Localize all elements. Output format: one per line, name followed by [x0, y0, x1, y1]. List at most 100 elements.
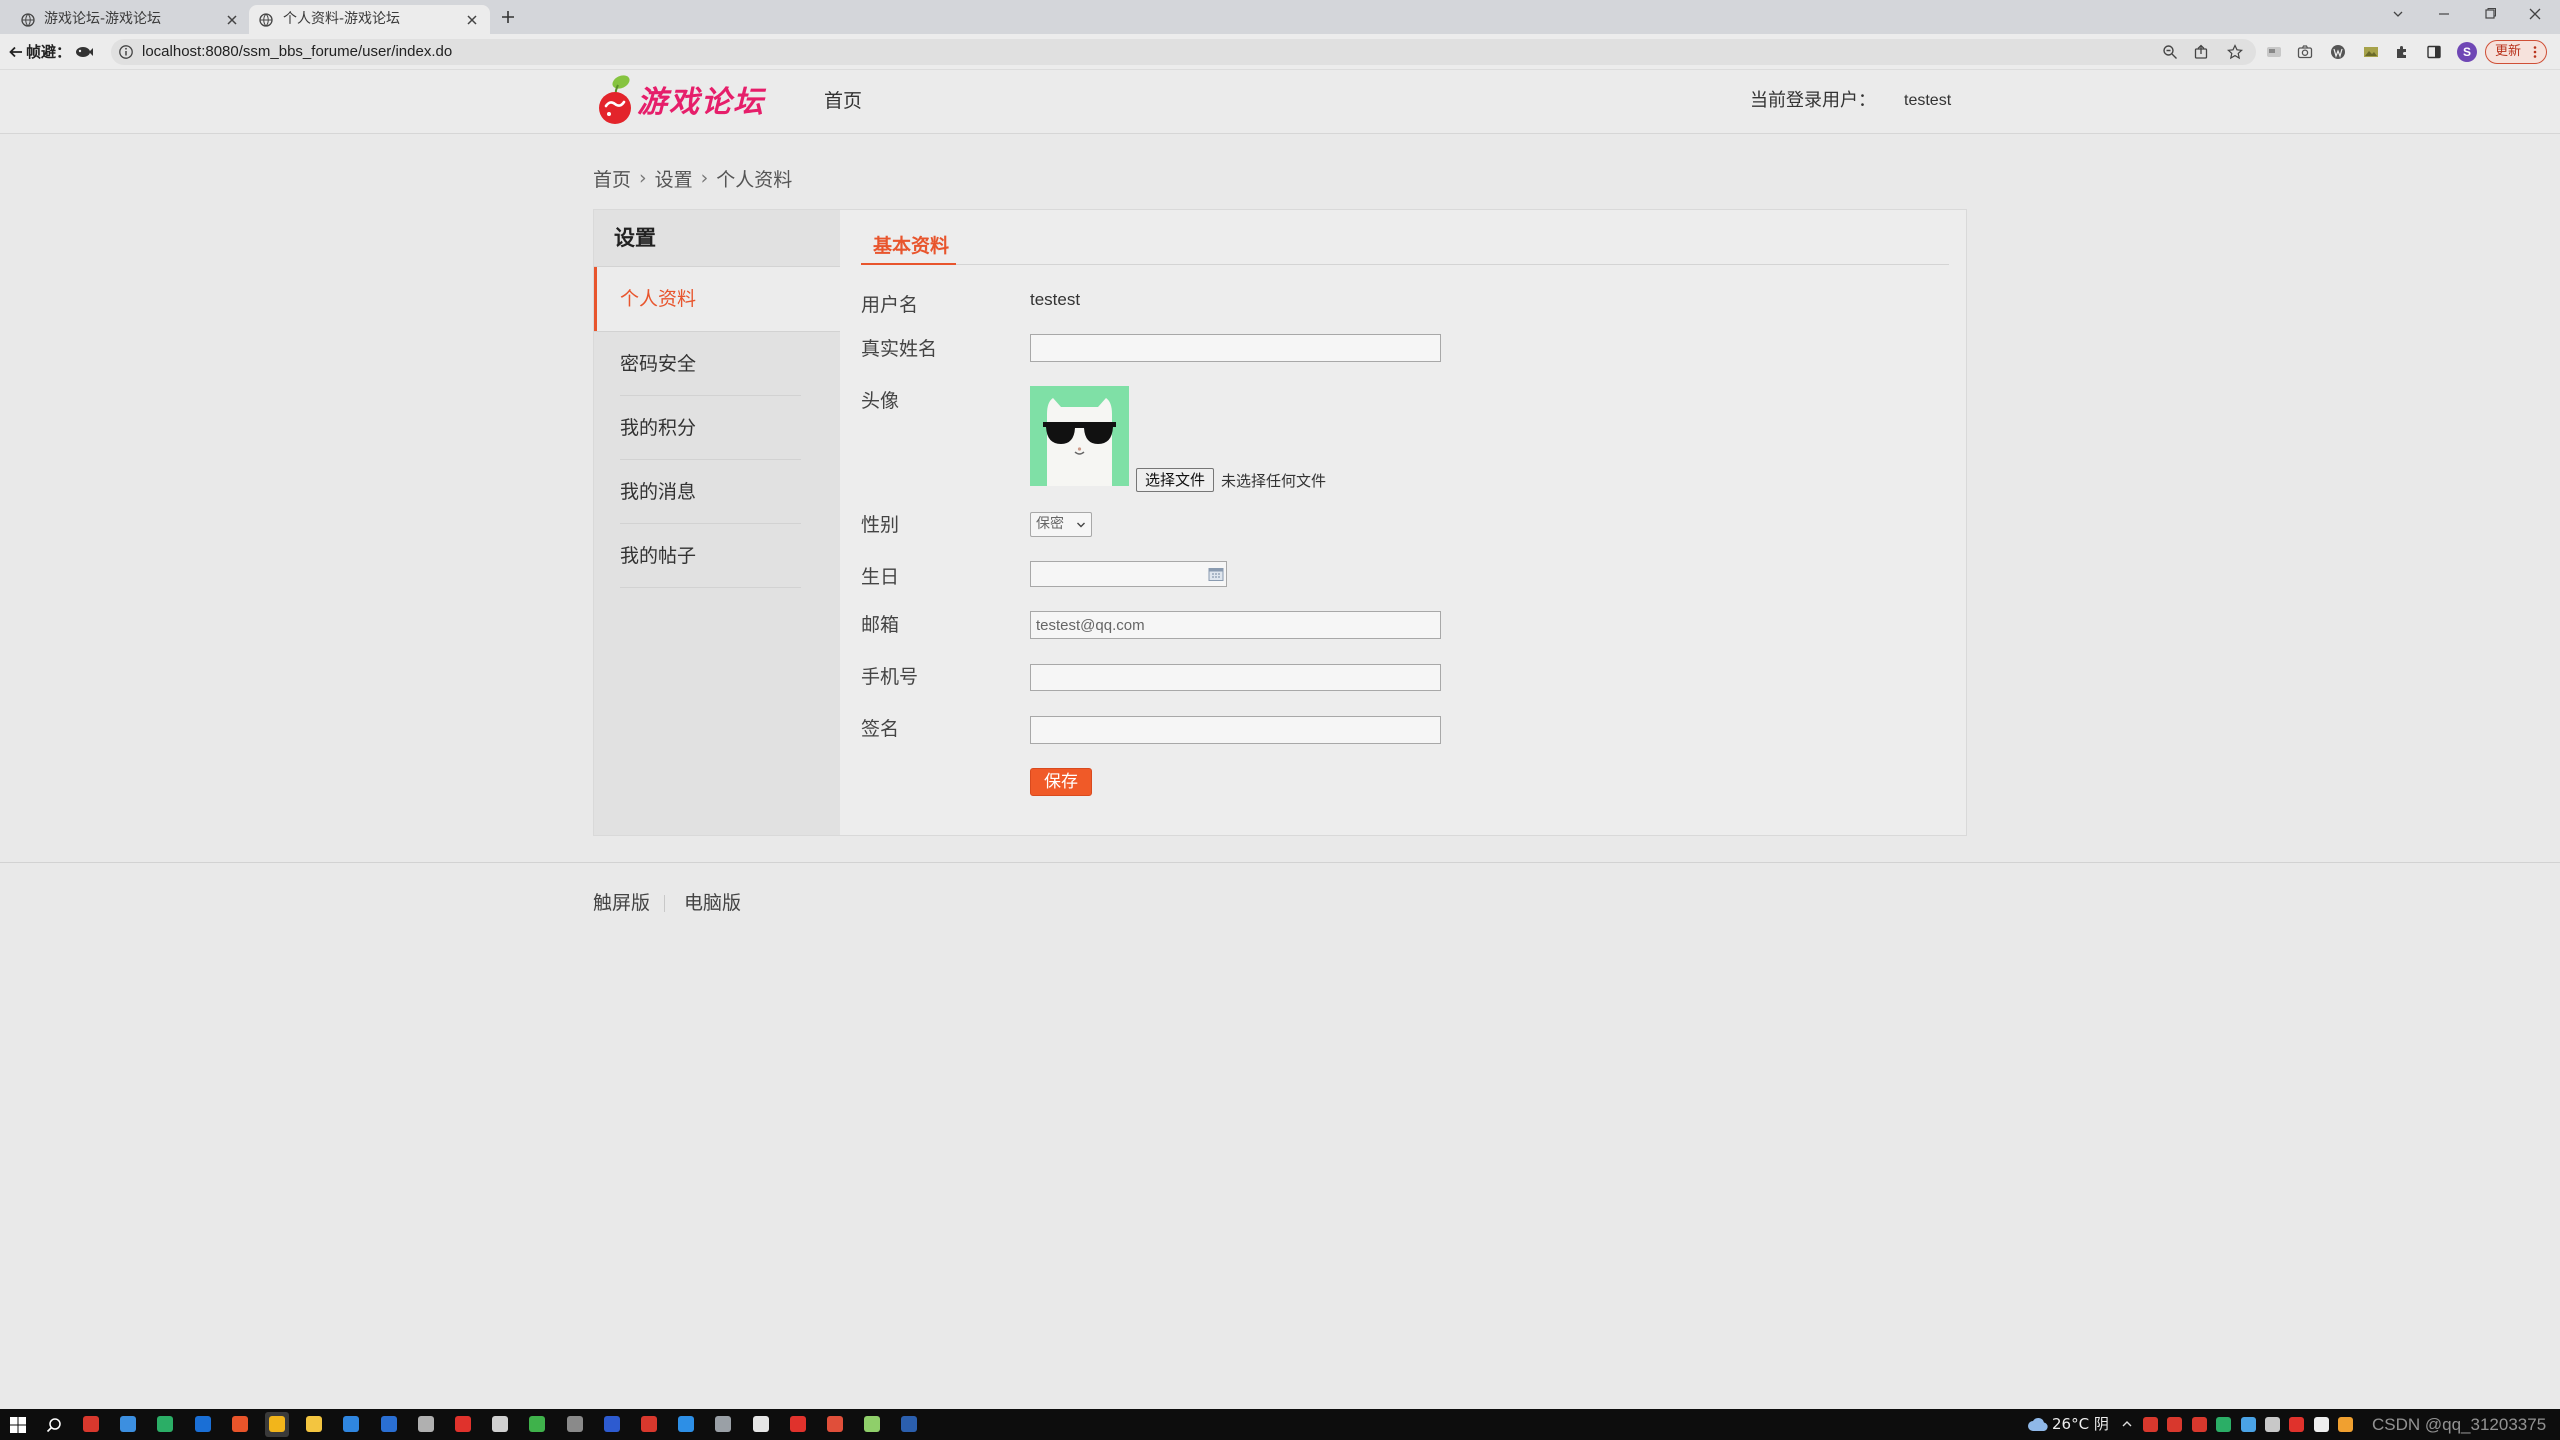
sidebar-item-label: 我的积分	[620, 417, 697, 439]
breadcrumb-current: 个人资料	[716, 168, 793, 191]
chevron-down-icon	[1077, 522, 1085, 528]
extension-icon[interactable]	[2266, 44, 2282, 60]
back-icon[interactable]	[8, 44, 24, 60]
wechat-tray-icon[interactable]	[2216, 1417, 2232, 1432]
settings-panel: 设置 个人资料 密码安全 我的积分 我的消息 我的帖子 基本资料 用户名 tes…	[593, 209, 1967, 836]
side-panel-icon[interactable]	[2426, 44, 2442, 60]
chevron-down-icon[interactable]	[2391, 7, 2405, 21]
touch-version-link[interactable]: 触屏版	[593, 891, 650, 915]
wordpress-extension-icon[interactable]	[2330, 44, 2346, 60]
avatar-label: 头像	[861, 390, 900, 412]
address-prefix: 帧避：	[26, 43, 72, 61]
current-username[interactable]: testest	[1904, 89, 1951, 113]
tab-basic-info[interactable]: 基本资料	[873, 234, 949, 258]
browser-tab-strip: 游戏论坛-游戏论坛 个人资料-游戏论坛	[0, 0, 2560, 34]
record-tray-icon[interactable]	[2289, 1417, 2305, 1432]
breadcrumb: 首页 › 设置 › 个人资料	[593, 165, 793, 192]
puzzle-icon[interactable]	[2394, 44, 2410, 60]
sidebar-header: 设置	[594, 210, 840, 267]
settings-sidebar: 设置 个人资料 密码安全 我的积分 我的消息 我的帖子	[594, 210, 840, 835]
new-tab-icon[interactable]	[500, 9, 516, 25]
browser-tab[interactable]: 个人资料-游戏论坛	[249, 5, 490, 34]
tab-title: 个人资料-游戏论坛	[283, 11, 401, 27]
info-icon[interactable]	[118, 44, 134, 60]
sidebar-item-label: 密码安全	[620, 353, 697, 375]
breadcrumb-separator: ›	[639, 167, 647, 189]
gender-select[interactable]: 保密	[1030, 512, 1092, 537]
more-icon	[2533, 46, 2537, 58]
sidebar-item-posts[interactable]: 我的帖子	[594, 524, 840, 588]
game-tray-icon[interactable]	[2167, 1417, 2183, 1432]
calendar-icon[interactable]	[1208, 567, 1224, 581]
signature-input[interactable]	[1030, 716, 1441, 744]
tab-title: 游戏论坛-游戏论坛	[44, 11, 162, 27]
choose-file-button[interactable]: 选择文件	[1136, 468, 1214, 492]
sidebar-item-label: 个人资料	[620, 288, 697, 310]
image-extension-icon[interactable]	[2363, 44, 2379, 60]
signature-label: 签名	[861, 718, 900, 740]
current-user-label: 当前登录用户：	[1750, 90, 1876, 111]
screen: 游戏论坛-游戏论坛 个人资料-游戏论坛 帧避： localhost:8080/s…	[0, 0, 2560, 1440]
site-header: 游戏论坛 首页 当前登录用户： testest	[0, 70, 2560, 134]
network-tray-icon[interactable]	[2240, 1417, 2256, 1432]
file-status-text: 未选择任何文件	[1221, 472, 1327, 490]
save-button[interactable]: 保存	[1030, 768, 1092, 796]
extension-icon[interactable]	[74, 45, 94, 59]
gender-selected-value: 保密	[1036, 516, 1064, 532]
divider	[620, 587, 801, 588]
nav-home-link[interactable]: 首页	[824, 89, 862, 113]
csdn-watermark: CSDN @qq_31203375	[2372, 1415, 2547, 1434]
maximize-icon[interactable]	[2483, 7, 2497, 21]
update-label: 更新	[2495, 44, 2522, 59]
site-logo-text[interactable]: 游戏论坛	[637, 85, 765, 121]
breadcrumb-home[interactable]: 首页	[593, 165, 631, 192]
birthday-label: 生日	[861, 566, 900, 588]
microphone-tray-icon[interactable]	[2313, 1417, 2329, 1432]
email-label: 邮箱	[861, 614, 900, 636]
camera-icon[interactable]	[2297, 44, 2313, 60]
breadcrumb-settings[interactable]: 设置	[655, 165, 693, 192]
desktop-version-link[interactable]: 电脑版	[684, 891, 741, 915]
omnibox[interactable]: localhost:8080/ssm_bbs_forume/user/index…	[111, 39, 2256, 65]
sidebar-item-password[interactable]: 密码安全	[594, 332, 840, 396]
system-tray	[0, 1409, 2370, 1440]
avatar-image	[1030, 386, 1129, 486]
close-icon[interactable]	[226, 14, 238, 26]
username-label: 用户名	[861, 294, 919, 316]
storage-tray-icon[interactable]	[2265, 1417, 2280, 1432]
footer-divider	[0, 862, 2560, 863]
update-button[interactable]: 更新	[2485, 40, 2547, 64]
game-tray-icon[interactable]	[2191, 1417, 2207, 1432]
gender-label: 性别	[861, 514, 900, 536]
active-tab-underline	[861, 263, 956, 265]
birthday-input[interactable]	[1030, 561, 1227, 587]
sidebar-item-messages[interactable]: 我的消息	[594, 460, 840, 524]
email-input[interactable]	[1030, 611, 1441, 639]
sidebar-title: 设置	[614, 226, 656, 250]
search-tray-icon[interactable]	[2338, 1417, 2354, 1432]
cherry-logo-icon[interactable]	[597, 73, 635, 125]
close-window-icon[interactable]	[2528, 7, 2542, 21]
tab-divider	[956, 264, 1949, 265]
share-icon[interactable]	[2193, 44, 2209, 60]
browser-tab[interactable]: 游戏论坛-游戏论坛	[8, 5, 245, 34]
globe-icon	[21, 13, 35, 27]
address-bar-row: 帧避： localhost:8080/ssm_bbs_forume/user/i…	[0, 34, 2560, 70]
url-text[interactable]: localhost:8080/ssm_bbs_forume/user/index…	[142, 39, 452, 65]
sidebar-item-points[interactable]: 我的积分	[594, 396, 840, 460]
zoom-icon[interactable]	[2162, 44, 2178, 60]
username-value: testest	[1030, 290, 1081, 309]
sidebar-item-label: 我的消息	[620, 481, 697, 503]
sidebar-item-profile[interactable]: 个人资料	[594, 267, 840, 332]
phone-input[interactable]	[1030, 664, 1441, 691]
realname-input[interactable]	[1030, 334, 1441, 362]
windows-taskbar: 26°C 阴 CSDN @qq_31203375	[0, 1409, 2560, 1440]
close-icon[interactable]	[466, 14, 478, 26]
footer-link-divider	[664, 895, 665, 912]
realname-label: 真实姓名	[861, 338, 938, 360]
globe-icon	[259, 13, 273, 27]
game-tray-icon[interactable]	[2143, 1417, 2158, 1432]
profile-avatar[interactable]: S	[2457, 42, 2477, 62]
minimize-icon[interactable]	[2437, 7, 2451, 21]
star-icon[interactable]	[2227, 44, 2243, 60]
